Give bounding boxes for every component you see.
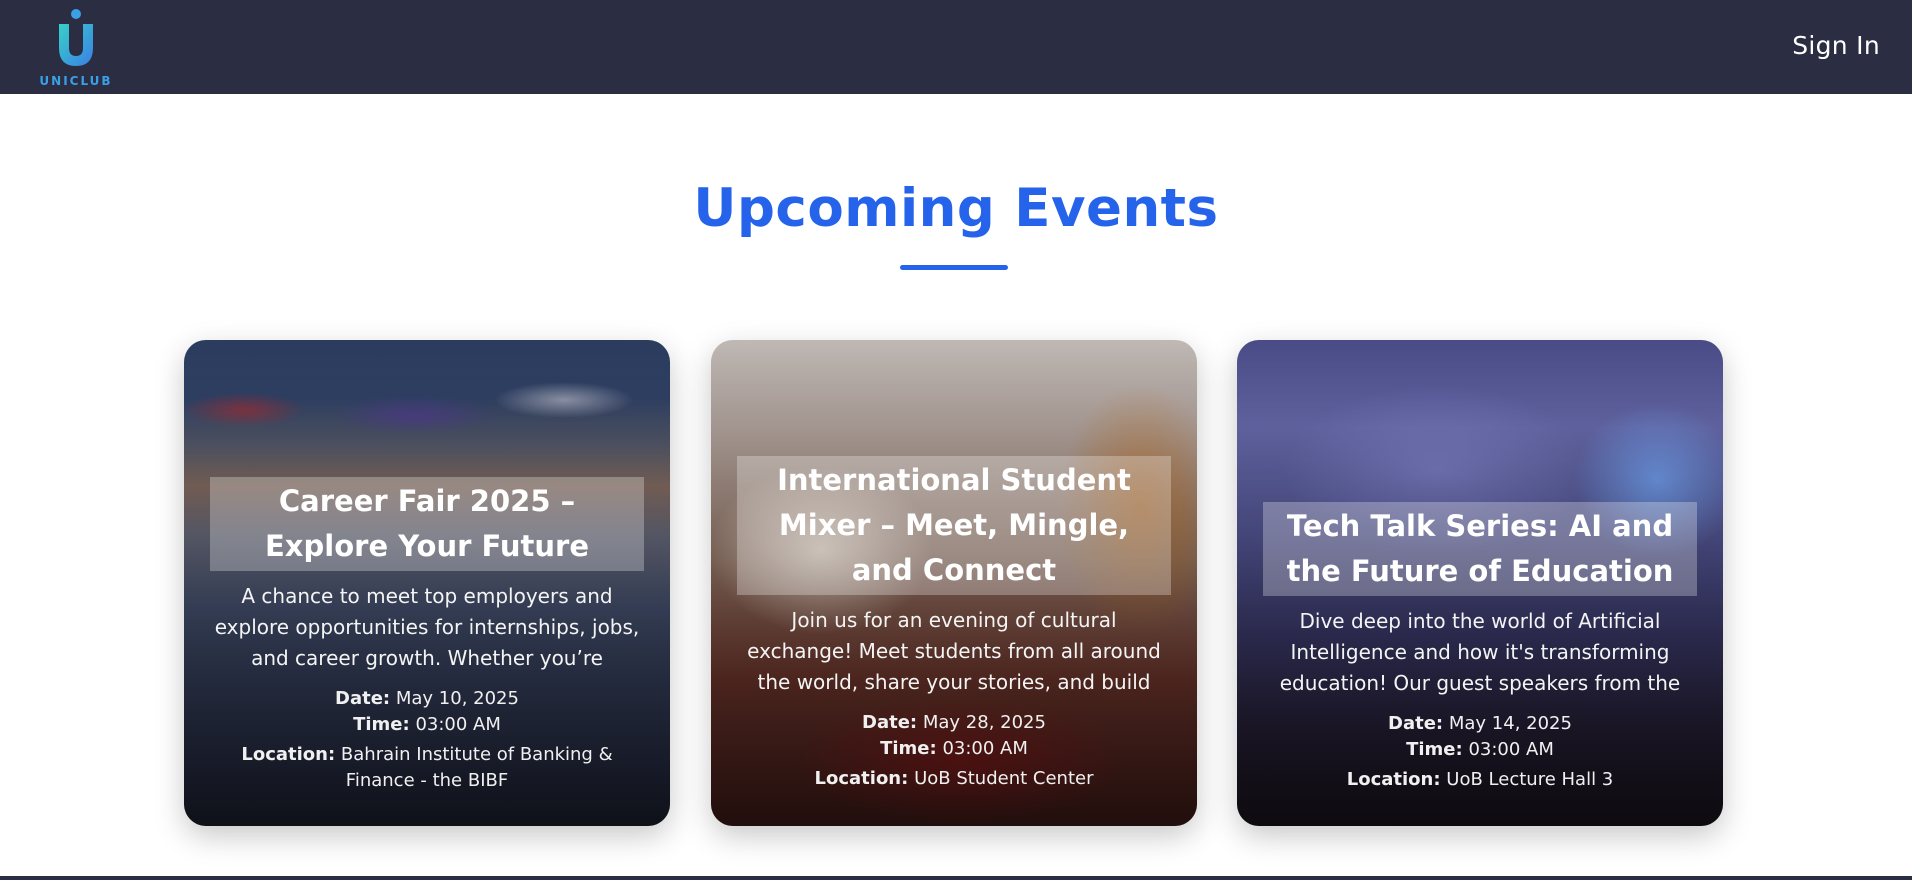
date-label: Date: xyxy=(862,712,918,733)
footer-edge xyxy=(0,876,1912,880)
date-value: May 10, 2025 xyxy=(395,688,519,709)
location-label: Location: xyxy=(814,768,909,789)
uniclub-logo[interactable]: UNICLUB xyxy=(34,8,118,90)
date-label: Date: xyxy=(1388,713,1444,734)
event-card[interactable]: Tech Talk Series: AI and the Future of E… xyxy=(1237,340,1723,826)
event-card[interactable]: International Student Mixer – Meet, Ming… xyxy=(711,340,1197,826)
event-date: Date: May 14, 2025 xyxy=(1263,711,1697,737)
time-value: 03:00 AM xyxy=(415,714,501,735)
time-label: Time: xyxy=(353,714,410,735)
location-value: UoB Student Center xyxy=(914,768,1094,789)
time-label: Time: xyxy=(880,738,937,759)
section-title: Upcoming Events xyxy=(693,178,1219,239)
location-label: Location: xyxy=(241,744,336,765)
event-card[interactable]: Career Fair 2025 – Explore Your Future A… xyxy=(184,340,670,826)
event-location: Location: UoB Student Center xyxy=(737,766,1171,792)
event-location: Location: Bahrain Institute of Banking &… xyxy=(210,742,644,794)
event-description: A chance to meet top employers and explo… xyxy=(214,584,640,670)
date-value: May 14, 2025 xyxy=(1448,713,1572,734)
time-value: 03:00 AM xyxy=(942,738,1028,759)
event-location: Location: UoB Lecture Hall 3 xyxy=(1263,767,1697,793)
event-meta: Date: May 28, 2025 Time: 03:00 AM Locati… xyxy=(737,710,1171,792)
time-value: 03:00 AM xyxy=(1468,739,1554,760)
uniclub-logo-icon xyxy=(59,9,93,66)
title-underline xyxy=(900,265,1008,270)
sign-in-link[interactable]: Sign In xyxy=(1792,31,1880,60)
event-title: Tech Talk Series: AI and the Future of E… xyxy=(1263,502,1697,596)
event-date: Date: May 10, 2025 xyxy=(210,686,644,712)
time-label: Time: xyxy=(1406,739,1463,760)
top-navbar: UNICLUB Sign In xyxy=(0,0,1912,94)
event-date: Date: May 28, 2025 xyxy=(737,710,1171,736)
location-value: UoB Lecture Hall 3 xyxy=(1446,769,1614,790)
event-description: Join us for an evening of cultural excha… xyxy=(747,608,1161,694)
event-description: Dive deep into the world of Artificial I… xyxy=(1279,609,1681,695)
event-time: Time: 03:00 AM xyxy=(1263,737,1697,763)
event-meta: Date: May 10, 2025 Time: 03:00 AM Locati… xyxy=(210,686,644,794)
event-title: Career Fair 2025 – Explore Your Future xyxy=(210,477,644,571)
event-title: International Student Mixer – Meet, Ming… xyxy=(737,456,1171,595)
event-time: Time: 03:00 AM xyxy=(210,712,644,738)
event-time: Time: 03:00 AM xyxy=(737,736,1171,762)
logo-text: UNICLUB xyxy=(39,74,113,88)
date-value: May 28, 2025 xyxy=(922,712,1046,733)
location-label: Location: xyxy=(1346,769,1441,790)
location-value: Bahrain Institute of Banking & Finance -… xyxy=(340,744,613,791)
event-meta: Date: May 14, 2025 Time: 03:00 AM Locati… xyxy=(1263,711,1697,793)
date-label: Date: xyxy=(335,688,391,709)
